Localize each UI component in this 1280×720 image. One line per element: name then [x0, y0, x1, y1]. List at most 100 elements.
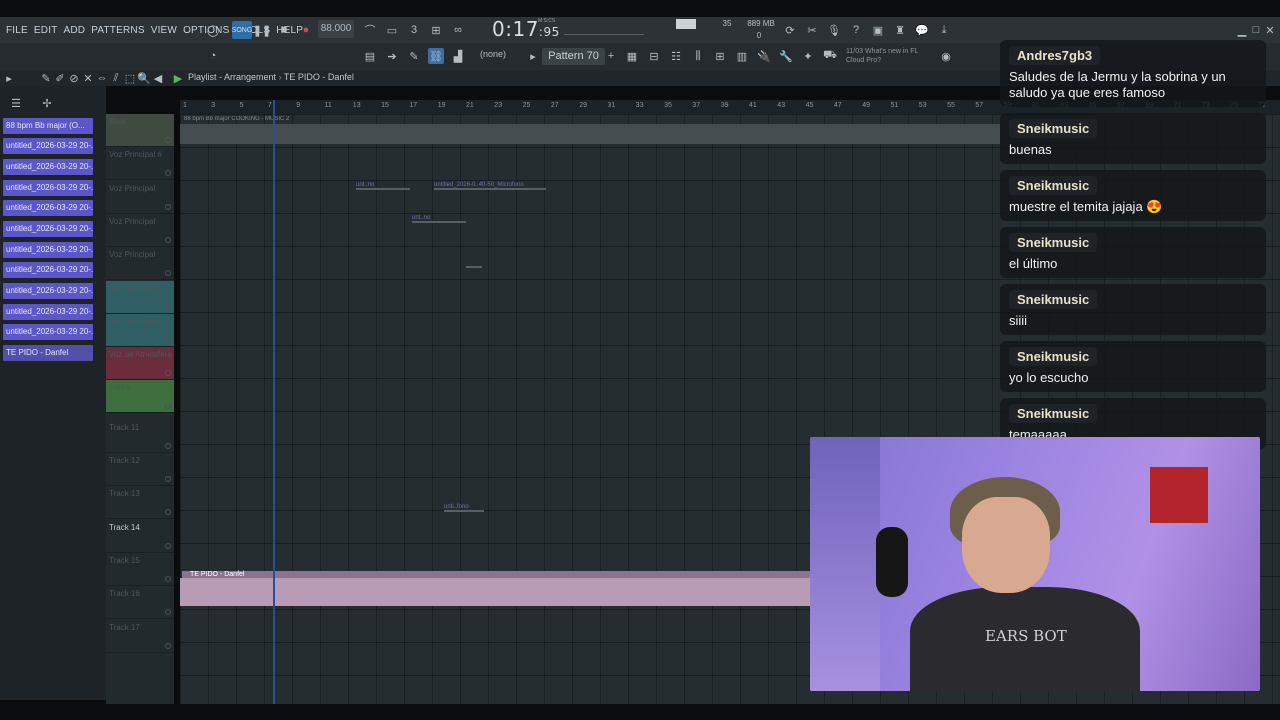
track-header[interactable]: Adlibs	[106, 380, 174, 414]
record-icon[interactable]: ●	[300, 21, 312, 39]
track-header[interactable]: Track 14	[106, 520, 174, 553]
track-header[interactable]: Voz Principal	[106, 214, 174, 247]
metronome-icon[interactable]: ◯	[204, 21, 222, 39]
clip-item[interactable]: untitled_2026-03-29 20-...	[3, 138, 93, 154]
menu-edit[interactable]: EDIT	[34, 25, 58, 36]
delete-tool-icon[interactable]: ⊘	[68, 71, 80, 85]
track-mute-icon[interactable]	[165, 609, 171, 616]
piano-icon[interactable]: ▤	[362, 48, 378, 64]
link-icon[interactable]: ⛓	[428, 48, 444, 64]
vocal-clip[interactable]: unt..no	[412, 215, 466, 223]
wrench-icon[interactable]: 🔧	[778, 48, 794, 64]
zoom-tool-icon[interactable]: 🔍	[137, 71, 151, 85]
clip-item[interactable]: untitled_2026-03-29 20-...	[3, 221, 93, 237]
menu-file[interactable]: FILE	[6, 25, 28, 36]
plugin-database-icon[interactable]: ▥	[734, 48, 750, 64]
track-mute-icon[interactable]	[165, 170, 171, 177]
news-hint[interactable]: 11/03 What's new in FL Cloud Pro?	[846, 47, 936, 65]
cart-icon[interactable]: ⛟	[822, 48, 838, 64]
fl-cloud-icon[interactable]: ◉	[938, 48, 954, 64]
panel-expand-icon[interactable]: ✢	[40, 96, 54, 110]
pause-icon[interactable]: ❚❚	[253, 21, 271, 39]
track-header[interactable]: Voz de Apoyo	[106, 313, 174, 347]
wand-icon[interactable]: ✦	[800, 48, 816, 64]
step-edit-icon[interactable]: 3	[406, 21, 422, 39]
track-mute-icon[interactable]	[165, 509, 171, 516]
track-header[interactable]: Voz de Apoyo	[106, 280, 174, 314]
tempo-display[interactable]: 88.000	[318, 20, 354, 38]
pattern-selector[interactable]: Pattern 70	[542, 48, 605, 65]
browser-icon[interactable]: ⊞	[712, 48, 728, 64]
mixer-faders-icon[interactable]: ⫼	[690, 48, 706, 64]
plug-icon[interactable]: 🔌	[756, 48, 772, 64]
mute-tool-icon[interactable]: ✕	[82, 71, 94, 85]
beat-audio-clip[interactable]: 88 bpm Bb major COOKING - MUSIC 2	[180, 116, 1000, 144]
snap-selector[interactable]: (none)	[480, 49, 506, 59]
track-mute-icon[interactable]	[165, 476, 171, 482]
draw-tool-icon[interactable]: ✎	[40, 71, 52, 85]
stamp-icon[interactable]: ▟	[450, 48, 466, 64]
playlist-icon[interactable]: ▦	[624, 48, 640, 64]
song-mode-toggle[interactable]: SONG	[232, 21, 252, 39]
mixer-icon[interactable]: ⌒	[362, 21, 378, 39]
save-icon[interactable]: ▣	[870, 21, 886, 39]
chat-icon[interactable]: 💬	[914, 21, 930, 39]
plugin-icon[interactable]: ♜	[892, 21, 908, 39]
arrow-right-icon[interactable]: ➔	[384, 48, 400, 64]
clip-item[interactable]: untitled_2026-03-29 20-...	[3, 159, 93, 175]
track-mute-icon[interactable]	[165, 236, 171, 243]
track-header[interactable]: Track 16	[106, 586, 174, 620]
clip-item[interactable]: untitled_2026-03-29 20-...	[3, 262, 93, 278]
vocal-clip[interactable]: untitled_2026-0..40-50_Microfono	[434, 182, 546, 190]
track-mute-icon[interactable]	[165, 270, 171, 277]
vocal-clip[interactable]: unti..fono	[444, 504, 484, 512]
pattern-prev-icon[interactable]: ▸	[528, 48, 538, 64]
clip-item[interactable]: untitled_2026-03-29 20-...	[3, 180, 93, 196]
select-tool-icon[interactable]: ⬚	[124, 71, 136, 85]
track-mute-icon[interactable]	[165, 575, 171, 582]
master-volume-slider[interactable]	[564, 25, 644, 35]
playback-tool-icon[interactable]: ◀	[152, 71, 164, 85]
pattern-add-icon[interactable]: +	[606, 48, 616, 64]
track-header[interactable]: Voz Principal	[106, 181, 174, 214]
track-header[interactable]: Track 12	[106, 453, 174, 486]
tempo-knob-icon[interactable]: ◔	[204, 47, 222, 65]
loop-record-icon[interactable]: ∞	[450, 21, 466, 39]
paint-tool-icon[interactable]: ✐	[54, 71, 66, 85]
track-header[interactable]: Track 17	[106, 620, 174, 653]
minimize-icon[interactable]: ▁	[1236, 21, 1248, 39]
track-header[interactable]: Voz Principal #	[106, 147, 174, 181]
panel-list-icon[interactable]: ☰	[10, 96, 22, 110]
track-mute-icon[interactable]	[165, 203, 171, 210]
clip-item[interactable]: TE PIDO - Danfel	[3, 345, 93, 361]
piano-roll-icon[interactable]: ⊟	[646, 48, 662, 64]
blend-notes-icon[interactable]: ⊞	[428, 21, 444, 39]
playlist-play-icon[interactable]: ▶	[172, 71, 184, 85]
menu-add[interactable]: ADD	[64, 25, 86, 36]
slice-tool-icon[interactable]: ⫽	[110, 71, 122, 85]
track-mute-icon[interactable]	[165, 542, 171, 549]
stop-icon[interactable]: ■	[278, 21, 290, 39]
typing-keyboard-icon[interactable]: ▭	[384, 21, 400, 39]
track-header[interactable]: Voz Principal	[106, 247, 174, 281]
clip-item[interactable]: untitled_2026-03-29 20-...	[3, 283, 93, 299]
track-mute-icon[interactable]	[165, 303, 171, 310]
maximize-icon[interactable]: □	[1250, 21, 1262, 39]
track-mute-icon[interactable]	[165, 137, 171, 143]
close-icon[interactable]: ✕	[1264, 21, 1276, 39]
track-header[interactable]: Track 13	[106, 486, 174, 520]
menu-view[interactable]: VIEW	[151, 25, 177, 36]
clip-item[interactable]: untitled_2026-03-29 20-...	[3, 242, 93, 258]
track-header[interactable]: Beat	[106, 114, 174, 147]
track-header[interactable]: Track 15	[106, 553, 174, 586]
menu-patterns[interactable]: PATTERNS	[91, 25, 144, 36]
track-mute-icon[interactable]	[165, 370, 171, 377]
tools-icon[interactable]: ✂	[804, 21, 820, 39]
refresh-icon[interactable]: ⟳	[782, 21, 798, 39]
playhead[interactable]	[273, 100, 275, 704]
vocal-clip[interactable]: unt..no	[356, 182, 410, 190]
clip-item[interactable]: untitled_2026-03-29 20-...	[3, 304, 93, 320]
slip-tool-icon[interactable]: ⇔	[96, 71, 108, 85]
help-icon[interactable]: ?	[848, 21, 864, 39]
track-mute-icon[interactable]	[165, 642, 171, 649]
